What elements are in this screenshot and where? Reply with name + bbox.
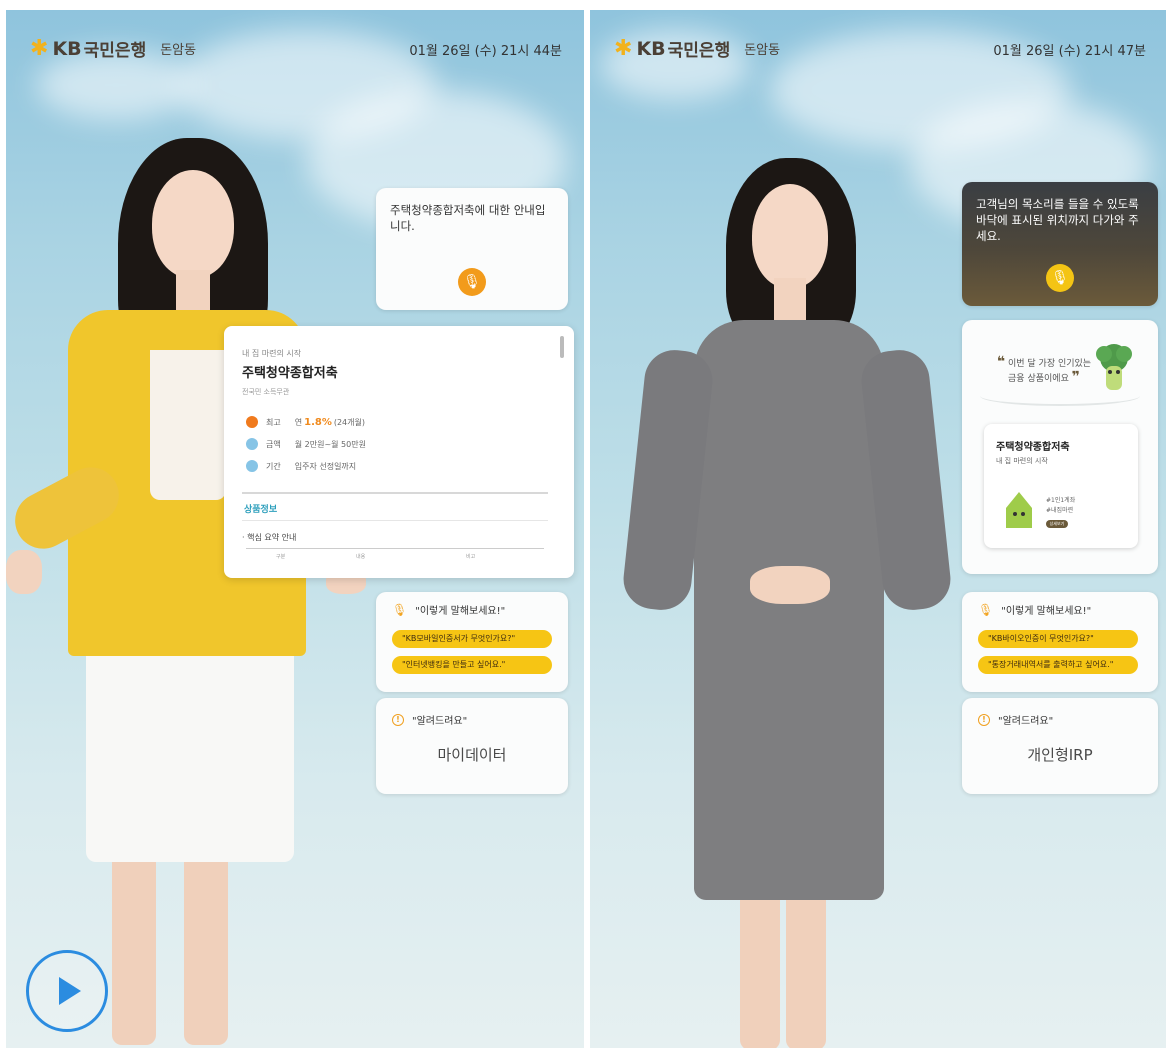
- notice-header: ! "알려드려요": [392, 712, 467, 727]
- mic-icon: 🎙: [978, 602, 994, 617]
- info-icon: !: [978, 713, 990, 726]
- table-header: 비고: [466, 554, 476, 560]
- notice-header-text: "알려드려요": [412, 716, 468, 727]
- notice-header-text: "알려드려요": [998, 716, 1054, 727]
- notice-title: 마이데이터: [437, 746, 507, 764]
- suggestion-header-text: "이렇게 말해보세요!": [415, 606, 506, 617]
- period-key: 기간: [266, 461, 281, 471]
- mic-button[interactable]: 🎙: [1046, 264, 1074, 292]
- suggestion-card: 🎙 "이렇게 말해보세요!" "KB모바일인증서가 무엇인가요?" "인터넷뱅킹…: [376, 592, 568, 692]
- amount-row: 금액 월 2만원~월 50만원: [246, 438, 366, 450]
- calendar-icon: [246, 460, 258, 472]
- product-subtitle: 내 집 마련의 시작: [242, 349, 302, 358]
- tag: #내집마련: [1046, 507, 1074, 514]
- coin-icon: [246, 438, 258, 450]
- recommendation-card: ❝ 이번 달 가장 인기있는 금융 상품이에요 ❞ 주택청약종합저축 내 집 마…: [962, 320, 1158, 574]
- table-header: 내용: [356, 554, 366, 560]
- datetime: 01월 26일 (수) 21시 47분: [993, 44, 1146, 59]
- notice-header: ! "알려드려요": [978, 712, 1053, 727]
- recommendation-text: ❝ 이번 달 가장 인기있는 금융 상품이에요 ❞: [984, 354, 1104, 386]
- percent-icon: [246, 416, 258, 428]
- section-title-text: 핵심 요약 안내: [247, 533, 297, 542]
- suggestion-chip[interactable]: "KB모바일인증서가 무엇인가요?": [392, 630, 552, 648]
- suggestion-card: 🎙 "이렇게 말해보세요!" "KB바이오인증이 무엇인가요?" "통장거래내역…: [962, 592, 1158, 692]
- speech-bubble: 고객님의 목소리를 들을 수 있도록 바닥에 표시된 위치까지 다가와 주세요.…: [962, 182, 1158, 306]
- detail-button[interactable]: 상세보기: [1046, 520, 1068, 528]
- featured-product-card[interactable]: 주택청약종합저축 내 집 마련의 시작 #1인1계좌 #내집마련 상세보기: [984, 424, 1138, 548]
- tag: #1인1계좌: [1046, 497, 1076, 504]
- mic-button[interactable]: 🎙: [458, 268, 486, 296]
- close-quote-icon: ❞: [1071, 369, 1080, 385]
- suggestion-chip[interactable]: "KB바이오인증이 무엇인가요?": [978, 630, 1138, 648]
- rate-suffix: (24개월): [333, 417, 365, 427]
- product-target: 전국민 소득무관: [242, 388, 290, 396]
- play-button[interactable]: [26, 950, 108, 1032]
- bubble-text: 주택청약종합저축에 대한 안내입니다.: [390, 203, 546, 233]
- rec-line-1: 이번 달 가장 인기있는: [1007, 359, 1092, 369]
- mascot-icon: [1096, 344, 1132, 390]
- suggestion-chip[interactable]: "통장거래내역서를 출력하고 싶어요.": [978, 656, 1138, 674]
- bubble-text: 고객님의 목소리를 들을 수 있도록 바닥에 표시된 위치까지 다가와 주세요.: [976, 197, 1139, 243]
- amount-key: 금액: [266, 439, 281, 449]
- suggestion-header: 🎙 "이렇게 말해보세요!": [978, 602, 1092, 618]
- product-detail-card[interactable]: 내 집 마련의 시작 주택청약종합저축 전국민 소득무관 최고 연 1.8% (…: [224, 326, 574, 578]
- kiosk-screen-left: ✱ KB 국민은행 돈암동 01월 26일 (수) 21시 44분 주택청약종합…: [6, 10, 584, 1048]
- tab-product-info[interactable]: 상품정보: [244, 502, 277, 515]
- rate-prefix: 연: [294, 417, 303, 427]
- mic-icon: 🎙: [463, 274, 481, 290]
- scrollbar[interactable]: [560, 336, 564, 358]
- featured-product-tags: #1인1계좌 #내집마련: [1046, 496, 1075, 516]
- ai-banker-avatar: [590, 10, 960, 1048]
- rate-value: 1.8%: [304, 416, 332, 428]
- notice-card[interactable]: ! "알려드려요" 마이데이터: [376, 698, 568, 794]
- featured-product-title: 주택청약종합저축: [996, 442, 1070, 453]
- featured-product-subtitle: 내 집 마련의 시작: [996, 457, 1048, 465]
- summary-table: 구분 내용 비고: [246, 548, 544, 578]
- product-title: 주택청약종합저축: [242, 366, 338, 381]
- mic-icon: 🎙: [392, 602, 408, 617]
- table-header: 구분: [276, 554, 286, 560]
- rate-row: 최고 연 1.8% (24개월): [246, 416, 365, 428]
- house-mascot-icon: [1006, 492, 1032, 528]
- period-value: 입주자 선정일까지: [294, 461, 357, 471]
- section-title: · 핵심 요약 안내: [242, 533, 297, 542]
- play-icon: [59, 977, 81, 1005]
- amount-value: 월 2만원~월 50만원: [294, 439, 366, 449]
- kiosk-screen-right: ✱ KB 국민은행 돈암동 01월 26일 (수) 21시 47분 고객님의 목…: [590, 10, 1166, 1048]
- rec-line-2: 금융 상품이에요: [1008, 374, 1069, 384]
- speech-bubble: 주택청약종합저축에 대한 안내입니다. 🎙: [376, 188, 568, 310]
- notice-card[interactable]: ! "알려드려요" 개인형IRP: [962, 698, 1158, 794]
- suggestion-header-text: "이렇게 말해보세요!": [1001, 606, 1092, 617]
- open-quote-icon: ❝: [996, 354, 1006, 370]
- info-icon: !: [392, 713, 404, 726]
- divider: [242, 492, 548, 494]
- period-row: 기간 입주자 선정일까지: [246, 460, 356, 472]
- divider: [242, 520, 548, 521]
- suggestion-header: 🎙 "이렇게 말해보세요!": [392, 602, 506, 618]
- notice-title: 개인형IRP: [1027, 746, 1093, 764]
- rate-key: 최고: [266, 417, 281, 427]
- suggestion-chip[interactable]: "인터넷뱅킹을 만들고 싶어요.": [392, 656, 552, 674]
- datetime: 01월 26일 (수) 21시 44분: [409, 44, 562, 59]
- mic-icon: 🎙: [1051, 270, 1069, 286]
